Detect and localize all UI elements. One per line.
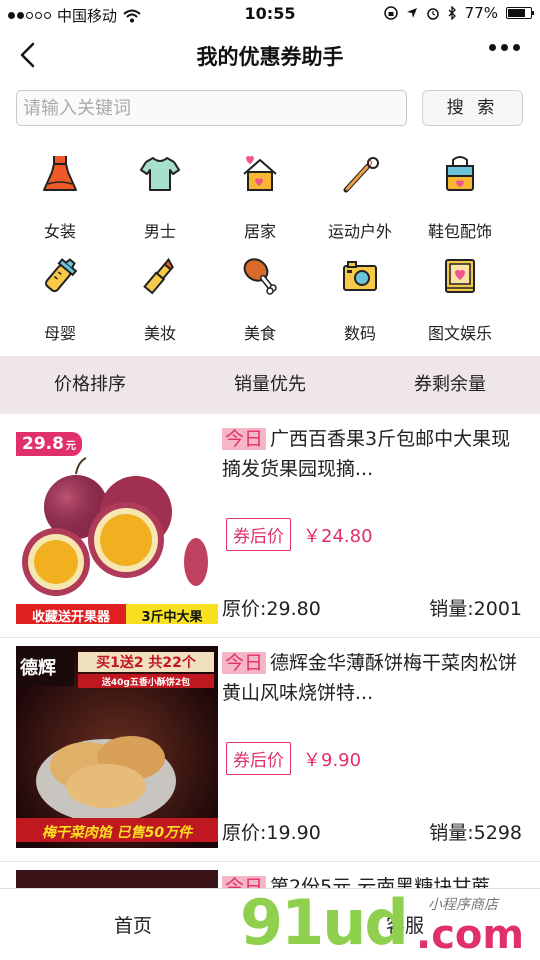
coupon-row: 券后价 ￥24.80 [226, 518, 373, 551]
page-title: 我的优惠券助手 [196, 45, 344, 69]
alarm-icon [426, 8, 439, 20]
category-label: 美食 [243, 324, 276, 343]
status-bar: 中国移动 10:55 77% [0, 0, 540, 28]
image-promo-2: 送40g五香小酥饼2包 [101, 678, 191, 688]
product-image[interactable]: 29.8 元 收藏送开果器 3斤中大果 [16, 422, 218, 624]
price-badge: 29.8 元 [16, 432, 82, 456]
bluetooth-icon [448, 6, 456, 20]
category-bags[interactable]: 鞋包配饰 [410, 152, 510, 242]
category-home[interactable]: 居家 [210, 152, 310, 242]
watermark-dotcom: .com [416, 912, 525, 958]
coupon-tag: 券后价 [226, 518, 291, 551]
baby-bottle-icon [44, 258, 78, 293]
product-image-placeholder [16, 870, 218, 888]
product-name: 德辉金华薄酥饼梅干菜肉松饼黄山风味烧饼特... [222, 652, 518, 704]
watermark-cn: 小程序商店 [428, 897, 498, 913]
image-banner-right: 3斤中大果 [141, 610, 203, 624]
product-item[interactable]: 今日 第2份5元 云南黑糖块甘蔗 [0, 862, 540, 888]
coupon-price: ￥24.80 [303, 525, 373, 547]
category-digital[interactable]: 数码 [310, 254, 410, 344]
image-banner: 梅干菜肉馅 已售50万件 [41, 825, 193, 841]
product-info: 今日 德辉金华薄酥饼梅干菜肉松饼黄山风味烧饼特... 券后价 ￥9.90 原价:1… [222, 648, 522, 844]
price-badge-value: 29.8 [22, 434, 64, 454]
image-promo-1: 买1送2 共22个 [96, 655, 196, 671]
search-input[interactable] [17, 91, 406, 125]
tab-home[interactable]: 首页 [114, 911, 152, 938]
category-beauty[interactable]: 美妆 [110, 254, 210, 344]
original-price: 原价:19.90 [222, 822, 321, 844]
price-badge-unit: 元 [65, 441, 76, 452]
dress-icon [43, 156, 77, 191]
coupon-row: 券后价 ￥9.90 [226, 742, 361, 775]
category-sports[interactable]: 运动户外 [310, 152, 410, 242]
category-entertainment[interactable]: 图文娱乐 [410, 254, 510, 344]
more-icon[interactable] [489, 44, 520, 51]
category-label: 母婴 [43, 324, 76, 343]
rotation-lock-icon [383, 6, 398, 20]
category-label: 男士 [143, 222, 176, 241]
battery-icon [506, 7, 534, 19]
sort-sales[interactable]: 销量优先 [180, 356, 360, 414]
category-label: 图文娱乐 [427, 324, 492, 343]
today-badge: 今日 [222, 652, 267, 674]
sort-coupon-remaining[interactable]: 券剩余量 [360, 356, 540, 414]
battery-percent: 77% [464, 4, 498, 22]
image-banner-left: 收藏送开果器 [31, 610, 110, 624]
product-item[interactable]: 德辉 买1送2 共22个 送40g五香小酥饼2包 梅干菜肉馅 已售50万件 今日… [0, 638, 540, 862]
camera-icon [343, 261, 377, 291]
book-icon [445, 259, 475, 293]
category-label: 美妆 [143, 324, 176, 343]
product-info: 今日 广西百香果3斤包邮中大果现摘发货果园现摘... 券后价 ￥24.80 原价:… [222, 424, 522, 620]
category-food[interactable]: 美食 [210, 254, 310, 344]
category-baby[interactable]: 母婴 [10, 254, 110, 344]
watermark-text: 91ud [240, 886, 409, 959]
lipstick-icon [143, 257, 174, 295]
product-image[interactable] [16, 870, 218, 888]
coupon-price: ￥9.90 [303, 749, 362, 771]
product-title: 今日 德辉金华薄酥饼梅干菜肉松饼黄山风味烧饼特... [222, 648, 522, 708]
category-label: 运动户外 [327, 222, 392, 241]
baseball-icon [343, 157, 379, 193]
sales-count: 销量:2001 [429, 598, 522, 620]
category-men[interactable]: 男士 [110, 152, 210, 242]
status-right: 77% [383, 4, 534, 22]
category-label: 女装 [43, 222, 76, 241]
bag-icon [446, 156, 474, 191]
tshirt-icon [140, 157, 180, 191]
sort-bar: 价格排序 销量优先 券剩余量 [0, 356, 540, 414]
category-label: 鞋包配饰 [427, 222, 492, 241]
category-label: 居家 [243, 222, 276, 241]
house-icon [243, 155, 277, 191]
category-women[interactable]: 女装 [10, 152, 110, 242]
location-icon [406, 8, 417, 18]
watermark-logo: 91ud .com 小程序商店 [240, 886, 540, 960]
coupon-tag: 券后价 [226, 742, 291, 775]
category-label: 数码 [343, 324, 376, 343]
product-item[interactable]: 29.8 元 收藏送开果器 3斤中大果 今日 广西百香果3斤包邮中大果现摘发货果园现… [0, 414, 540, 638]
product-image[interactable]: 德辉 买1送2 共22个 送40g五香小酥饼2包 梅干菜肉馅 已售50万件 [16, 646, 218, 848]
sort-price[interactable]: 价格排序 [0, 356, 180, 414]
original-price: 原价:29.80 [222, 598, 321, 620]
today-badge: 今日 [222, 428, 267, 450]
brand-logo: 德辉 [20, 658, 56, 679]
drumstick-icon [243, 258, 277, 295]
search-box [16, 90, 407, 126]
nav-bar: 我的优惠券助手 [0, 28, 540, 84]
product-title: 今日 广西百香果3斤包邮中大果现摘发货果园现摘... [222, 424, 522, 484]
sales-count: 销量:5298 [429, 822, 522, 844]
search-button[interactable]: 搜 索 [422, 90, 523, 126]
